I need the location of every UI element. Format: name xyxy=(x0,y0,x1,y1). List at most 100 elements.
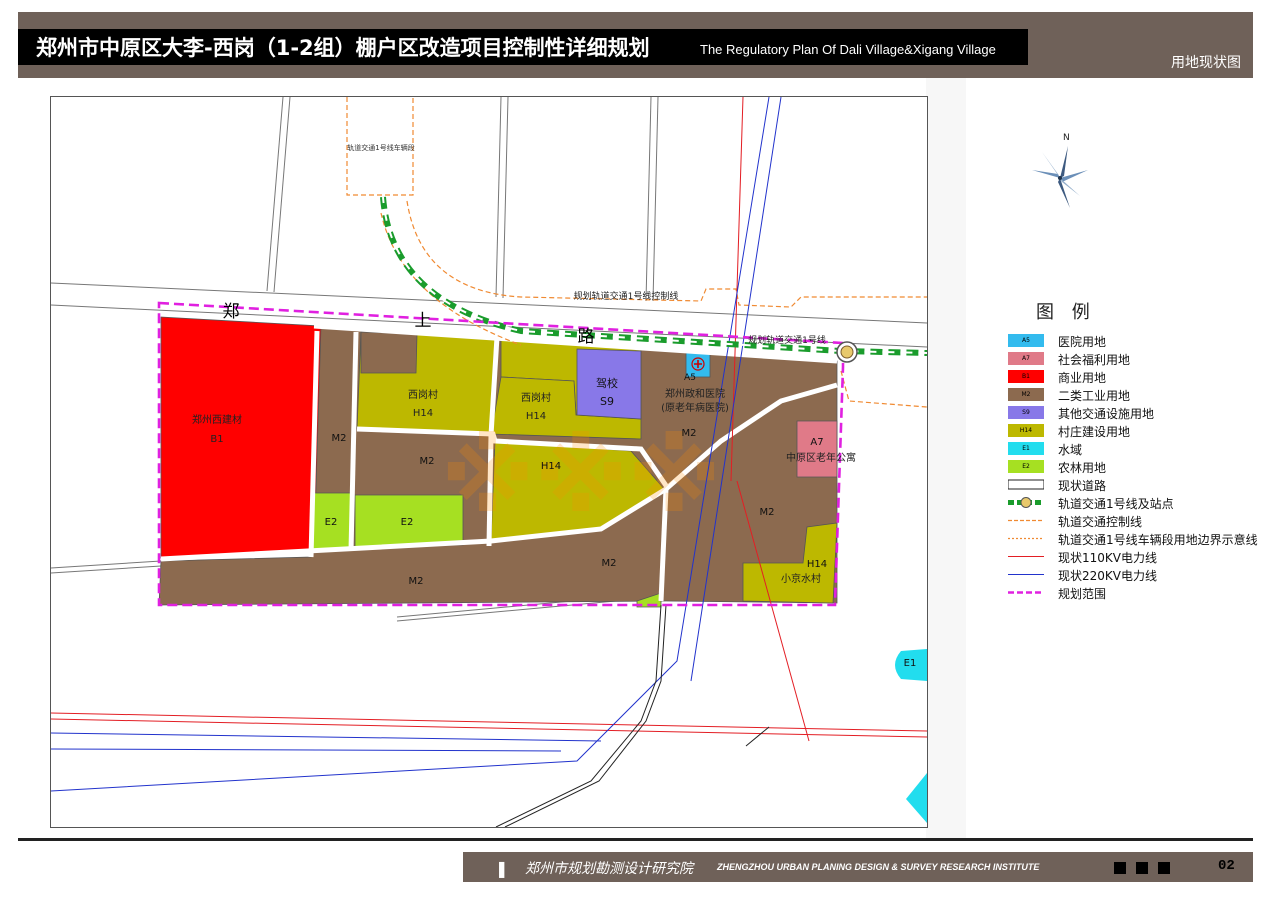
parcel-label-xiaojing-code: H14 xyxy=(807,559,827,570)
page-number: 02 xyxy=(1218,858,1235,874)
parcel-m2-inner xyxy=(360,331,418,374)
legend-swatch-e2: E2 xyxy=(1008,460,1044,473)
legend-label: 现状道路 xyxy=(1058,479,1107,493)
parcel-e1-corner xyxy=(906,773,927,823)
road-label-zheng: 郑 xyxy=(223,302,240,322)
legend-item-a5: A5 医院用地 xyxy=(1008,332,1248,350)
legend-item-boundary: 规划范围 xyxy=(1008,584,1248,602)
side-strip xyxy=(926,78,966,838)
institute-logo-icon: ❚ xyxy=(495,859,509,878)
legend-label: 其他交通设施用地 xyxy=(1058,407,1155,421)
page-title: 郑州市中原区大李-西岗（1-2组）棚户区改造项目控制性详细规划 xyxy=(36,36,650,60)
south-road xyxy=(495,604,770,827)
parcel-label-hospital-name: 郑州政和医院 xyxy=(665,387,725,400)
parcel-label-hospital-sub: (原老年病医院) xyxy=(661,401,729,414)
parcel-label-m2-hospital: M2 xyxy=(682,428,697,439)
legend-swatch-metro xyxy=(1008,497,1044,508)
road-label-shang: 上 xyxy=(415,311,432,331)
parcel-label-m2-south: M2 xyxy=(602,558,617,569)
land-use-map[interactable]: ※※※ 郑 上 路 轨道交通1号线车辆段 规划轨道交通1号线控制线 规划轨道交通… xyxy=(51,97,927,827)
legend-swatch-boundary xyxy=(1008,591,1044,594)
road-label-lu: 路 xyxy=(578,327,595,347)
legend-label: 现状110KV电力线 xyxy=(1058,551,1157,565)
metro-station-icon xyxy=(836,341,858,363)
map-frame[interactable]: ※※※ 郑 上 路 轨道交通1号线车辆段 规划轨道交通1号线控制线 规划轨道交通… xyxy=(50,96,928,828)
legend-swatch-h14: H14 xyxy=(1008,424,1044,437)
legend-item-road: 现状道路 xyxy=(1008,476,1248,494)
parcel-label-xigang2-name: 西岗村 xyxy=(521,391,551,404)
legend-item-m2: M2 二类工业用地 xyxy=(1008,386,1248,404)
legend-swatch-a7: A7 xyxy=(1008,352,1044,365)
legend-label: 医院用地 xyxy=(1058,335,1107,349)
legend-item-s9: S9 其他交通设施用地 xyxy=(1008,404,1248,422)
north-label: N xyxy=(1063,133,1070,143)
parcel-label-xigang1-code: H14 xyxy=(413,408,433,419)
parcel-label-xigang2-code: H14 xyxy=(526,411,546,422)
parcel-label-m2-west: M2 xyxy=(332,433,347,444)
parcel-label-e2-b: E2 xyxy=(401,517,414,528)
legend-label: 轨道交通控制线 xyxy=(1058,515,1143,529)
legend-swatch-220kv xyxy=(1008,574,1044,575)
parcel-label-a7-name: 中原区老年公寓 xyxy=(786,451,856,464)
north-arrow-icon: N xyxy=(1028,130,1092,216)
legend-swatch-m2: M2 xyxy=(1008,388,1044,401)
legend-item-220kv: 现状220KV电力线 xyxy=(1008,566,1248,584)
legend-label: 二类工业用地 xyxy=(1058,389,1131,403)
legend-item-depot: 轨道交通1号线车辆段用地边界示意线 xyxy=(1008,530,1258,548)
legend-label: 商业用地 xyxy=(1058,371,1107,385)
institute-name: 郑州市规划勘测设计研究院 xyxy=(525,861,693,877)
legend-item-e2: E2 农林用地 xyxy=(1008,458,1248,476)
legend-item-h14: H14 村庄建设用地 xyxy=(1008,422,1248,440)
legend-swatch-110kv xyxy=(1008,556,1044,557)
legend-label: 轨道交通1号线及站点 xyxy=(1058,497,1174,511)
footer-divider xyxy=(18,838,1253,841)
page-title-english: The Regulatory Plan Of Dali Village&Xiga… xyxy=(700,42,996,57)
legend-swatch-depot xyxy=(1008,537,1044,540)
parcel-label-b1-name: 郑州西建材 xyxy=(192,413,242,426)
parcel-label-m2-east: M2 xyxy=(760,507,775,518)
parcel-label-m2-center: M2 xyxy=(420,456,435,467)
footer-square-icon xyxy=(1114,862,1126,874)
parcel-label-a5: A5 xyxy=(684,373,696,383)
legend-item-a7: A7 社会福利用地 xyxy=(1008,350,1248,368)
control-line-label: 规划轨道交通1号线控制线 xyxy=(574,290,679,302)
parcel-label-a7-code: A7 xyxy=(810,437,823,448)
legend-label: 现状220KV电力线 xyxy=(1058,569,1157,583)
legend-label: 规划范围 xyxy=(1058,587,1107,601)
parcel-a7 xyxy=(796,420,838,478)
metro-line-label: 规划轨道交通1号线 xyxy=(748,334,826,346)
parcel-label-h14-south: H14 xyxy=(541,461,561,472)
legend-swatch-a5: A5 xyxy=(1008,334,1044,347)
parcel-label-driving-name: 驾校 xyxy=(596,376,618,390)
parcel-label-driving-code: S9 xyxy=(600,395,614,408)
depot-label: 轨道交通1号线车辆段 xyxy=(347,143,414,152)
legend-swatch-b1: B1 xyxy=(1008,370,1044,383)
watermark: ※※※ xyxy=(441,422,721,534)
legend-swatch-e1: E1 xyxy=(1008,442,1044,455)
legend-label: 农林用地 xyxy=(1058,461,1107,475)
legend-label: 社会福利用地 xyxy=(1058,353,1131,367)
parcel-label-b1-code: B1 xyxy=(210,434,223,445)
parcel-label-m2-southwest: M2 xyxy=(409,576,424,587)
parcel-label-e1: E1 xyxy=(904,658,917,669)
legend-title: 图 例 xyxy=(1036,302,1096,323)
legend-item-metro: 轨道交通1号线及站点 xyxy=(1008,494,1248,512)
parcel-label-xigang1-name: 西岗村 xyxy=(408,388,438,401)
legend-item-control: 轨道交通控制线 xyxy=(1008,512,1248,530)
map-type-label: 用地现状图 xyxy=(1171,55,1241,71)
legend-item-b1: B1 商业用地 xyxy=(1008,368,1248,386)
institute-name-english: ZHENGZHOU URBAN PLANING DESIGN & SURVEY … xyxy=(717,862,1040,872)
footer-square-icon xyxy=(1158,862,1170,874)
parcel-b1 xyxy=(160,316,322,559)
legend-label: 水域 xyxy=(1058,443,1083,457)
legend-swatch-s9: S9 xyxy=(1008,406,1044,419)
legend-swatch-road xyxy=(1008,479,1044,490)
legend-label: 村庄建设用地 xyxy=(1058,425,1131,439)
legend-swatch-control xyxy=(1008,519,1044,522)
footer-square-icon xyxy=(1136,862,1148,874)
parcel-label-e2-a: E2 xyxy=(325,517,338,528)
legend-item-e1: E1 水域 xyxy=(1008,440,1248,458)
legend-label: 轨道交通1号线车辆段用地边界示意线 xyxy=(1058,533,1258,547)
parcel-label-xiaojing-name: 小京水村 xyxy=(781,572,821,585)
legend-item-110kv: 现状110KV电力线 xyxy=(1008,548,1248,566)
